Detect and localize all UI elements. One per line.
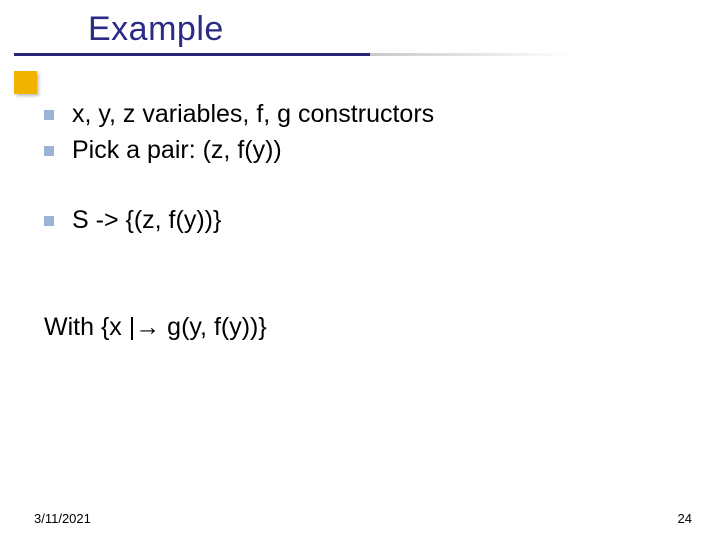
square-bullet-icon [44, 216, 54, 226]
slide-title: Example [0, 10, 720, 49]
bullet-text: Pick a pair: (z, f(y)) [72, 134, 690, 168]
accent-square [14, 71, 37, 94]
square-bullet-icon [44, 146, 54, 156]
bullet-item: Pick a pair: (z, f(y)) [44, 134, 690, 168]
bullet-item: x, y, z variables, f, g constructors [44, 98, 690, 132]
bullet-item: S -> {(z, f(y))} [44, 204, 690, 238]
bullet-text: x, y, z variables, f, g constructors [72, 98, 690, 132]
footer: 3/11/2021 24 [34, 511, 692, 526]
footer-date: 3/11/2021 [34, 511, 91, 526]
square-bullet-icon [44, 110, 54, 120]
title-bar: Example [0, 10, 720, 56]
footer-page-number: 24 [678, 511, 692, 526]
with-line: With {x |→ g(y, f(y))} [44, 311, 690, 345]
title-underline [14, 53, 370, 56]
bullet-text: S -> {(z, f(y))} [72, 204, 690, 238]
slide-body: x, y, z variables, f, g constructors Pic… [44, 98, 690, 345]
